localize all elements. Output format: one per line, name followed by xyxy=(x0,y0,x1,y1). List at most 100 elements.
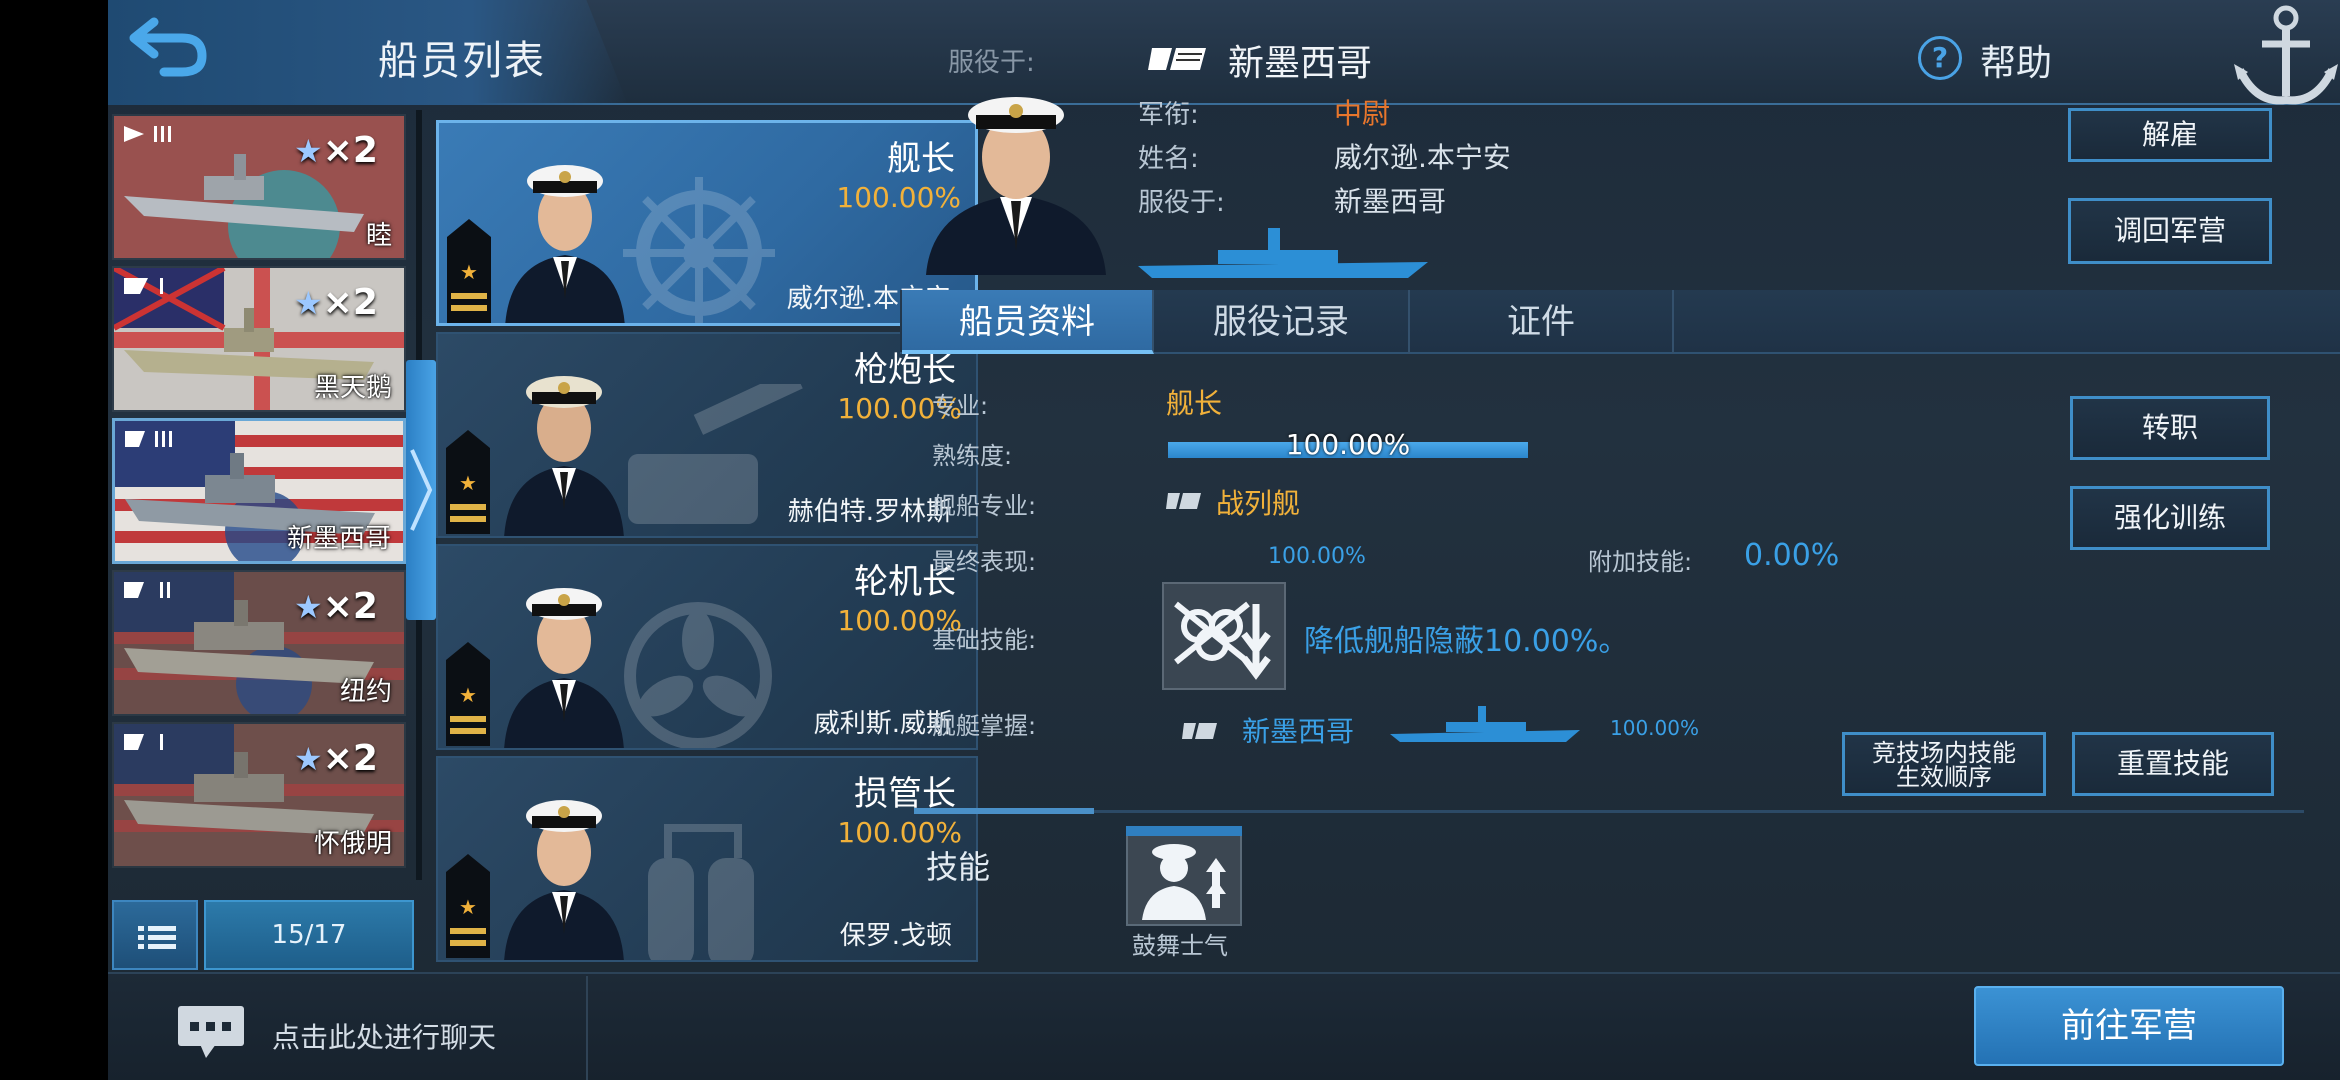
base-skill-label: 基础技能: xyxy=(932,626,1037,654)
arena-skill-order-line2: 生效顺序 xyxy=(1896,763,1992,791)
ship-list: ★×2 睦 ★×2 黑天鹅 新墨西哥 ★×2 纽约 ★×2 怀俄明 xyxy=(108,110,408,880)
crew-card[interactable]: ★ 损管长 100.00% 保罗.戈顿 xyxy=(436,756,978,962)
uk-tier-tag-icon xyxy=(124,278,163,294)
back-arrow-icon xyxy=(129,17,207,77)
arena-skill-order-button[interactable]: 竞技场内技能 生效顺序 xyxy=(1842,732,2046,796)
usa-flag-icon xyxy=(1148,48,1206,70)
ship-silhouette-icon xyxy=(1390,706,1580,742)
tab-certificate[interactable]: 证件 xyxy=(1410,290,1674,354)
star-icon: ★ xyxy=(294,588,323,626)
list-icon xyxy=(138,926,176,949)
gun-turret-icon xyxy=(628,384,803,524)
specialty-value: 舰长 xyxy=(1166,387,1223,420)
ship-name: 纽约 xyxy=(339,677,392,707)
serving-detail-label: 服役于: xyxy=(1138,188,1225,218)
base-skill-value: 降低舰船隐蔽10.00%。 xyxy=(1304,624,1629,659)
usa-tier-tag-icon xyxy=(125,431,172,447)
usa-tier-tag-icon xyxy=(124,582,170,598)
proficiency-value: 100.00% xyxy=(1285,428,1411,461)
ship-name: 怀俄明 xyxy=(313,829,392,859)
proficiency-label: 熟练度: xyxy=(932,442,1013,470)
skills-section-label: 技能 xyxy=(926,848,991,886)
japan-tier-tag-icon xyxy=(124,126,171,142)
rank-insignia-icon: ★ xyxy=(446,430,490,534)
officer-portrait xyxy=(504,376,624,536)
ship-card[interactable]: ★×2 睦 xyxy=(112,114,406,260)
anchor-icon[interactable] xyxy=(2216,0,2340,110)
mastery-label: 舰艇掌握: xyxy=(932,712,1037,740)
page-title: 船员列表 xyxy=(378,38,546,84)
morale-skill-icon[interactable] xyxy=(1126,826,1242,926)
ship-specialty-value: 战列舰 xyxy=(1216,487,1301,520)
usa-flag-icon xyxy=(1166,493,1201,509)
usa-tier-tag-icon xyxy=(124,734,163,750)
fire-extinguisher-icon xyxy=(648,824,754,960)
star-count: ★×2 xyxy=(294,282,378,323)
officer-portrait xyxy=(504,588,624,748)
rank-label: 军衔: xyxy=(1138,100,1199,130)
svg-text:★: ★ xyxy=(459,471,477,495)
morale-skill-label: 鼓舞士气 xyxy=(1132,932,1228,960)
reset-skills-button[interactable]: 重置技能 xyxy=(2072,732,2274,796)
serving-label: 服役于: xyxy=(948,48,1035,78)
crew-card-selected[interactable]: ★ 舰长 100.00% 威尔逊.本宁安 xyxy=(436,120,978,326)
goto-barracks-button[interactable]: 前往军营 xyxy=(1974,986,2284,1066)
star-count: ★×2 xyxy=(294,586,378,627)
extra-skill-label: 附加技能: xyxy=(1588,548,1693,576)
list-view-button[interactable] xyxy=(112,900,198,970)
propeller-icon xyxy=(624,602,772,748)
specialty-label: 专业: xyxy=(932,392,989,420)
officer-portrait xyxy=(505,165,625,323)
arena-skill-order-line1: 竞技场内技能 xyxy=(1872,739,2016,767)
morale-skill-indicator xyxy=(1126,826,1242,836)
mastery-value: 100.00% xyxy=(1610,716,1699,740)
ship-card[interactable]: ★×2 黑天鹅 xyxy=(112,266,406,412)
chat-divider xyxy=(586,976,588,1080)
svg-text:★: ★ xyxy=(459,683,477,707)
ship-specialty-label: 舰船专业: xyxy=(932,492,1037,520)
ship-list-handle[interactable] xyxy=(406,360,436,620)
chat-icon[interactable] xyxy=(176,1004,246,1060)
chat-input-prompt[interactable]: 点击此处进行聊天 xyxy=(272,1016,496,1056)
usa-flag-icon xyxy=(1182,723,1217,739)
rank-insignia-icon: ★ xyxy=(446,854,490,958)
mastery-ship: 新墨西哥 xyxy=(1242,715,1355,748)
captain-portrait xyxy=(926,97,1106,275)
serving-detail-value: 新墨西哥 xyxy=(1334,185,1447,218)
ship-card[interactable]: ★×2 纽约 xyxy=(112,570,406,716)
help-icon[interactable]: ? xyxy=(1918,36,1962,80)
performance-label: 最终表现: xyxy=(932,548,1037,576)
recall-barracks-button[interactable]: 调回军营 xyxy=(2068,198,2272,264)
name-label: 姓名: xyxy=(1138,144,1199,174)
rank-insignia-icon: ★ xyxy=(447,219,491,323)
star-count: ★×2 xyxy=(294,738,378,779)
helm-wheel-icon xyxy=(623,177,775,323)
ship-card[interactable]: ★×2 怀俄明 xyxy=(112,722,406,868)
dismiss-button[interactable]: 解雇 xyxy=(2068,108,2272,162)
section-divider-accent xyxy=(914,808,1094,814)
name-value: 威尔逊.本宁安 xyxy=(1334,141,1511,174)
page-count: 15/17 xyxy=(204,900,414,970)
camouflage-skill-icon xyxy=(1162,582,1286,690)
svg-text:★: ★ xyxy=(459,895,477,919)
ship-card-selected[interactable]: 新墨西哥 xyxy=(112,418,406,564)
star-icon: ★ xyxy=(294,132,323,170)
star-icon: ★ xyxy=(294,284,323,322)
ship-silhouette-icon xyxy=(1138,228,1428,278)
ship-name: 睦 xyxy=(365,221,392,251)
tab-crew-profile[interactable]: 船员资料 xyxy=(902,290,1154,354)
serving-ship-name: 新墨西哥 xyxy=(1228,43,1373,84)
svg-text:★: ★ xyxy=(460,260,478,284)
transfer-button[interactable]: 转职 xyxy=(2070,396,2270,460)
section-divider xyxy=(914,810,2304,813)
back-button[interactable] xyxy=(124,8,220,80)
crew-card[interactable]: ★ 枪炮长 100.00% 赫伯特.罗林斯 xyxy=(436,332,978,538)
crew-card[interactable]: ★ 轮机长 100.00% 威利斯.威斯 xyxy=(436,544,978,750)
train-button[interactable]: 强化训练 xyxy=(2070,486,2270,550)
help-button[interactable]: 帮助 xyxy=(1980,34,2052,86)
rank-insignia-icon: ★ xyxy=(446,642,490,746)
performance-value: 100.00% xyxy=(1268,544,1366,569)
tab-service-record[interactable]: 服役记录 xyxy=(1154,290,1410,354)
ship-name: 黑天鹅 xyxy=(313,373,392,403)
rank-value: 中尉 xyxy=(1334,97,1391,130)
